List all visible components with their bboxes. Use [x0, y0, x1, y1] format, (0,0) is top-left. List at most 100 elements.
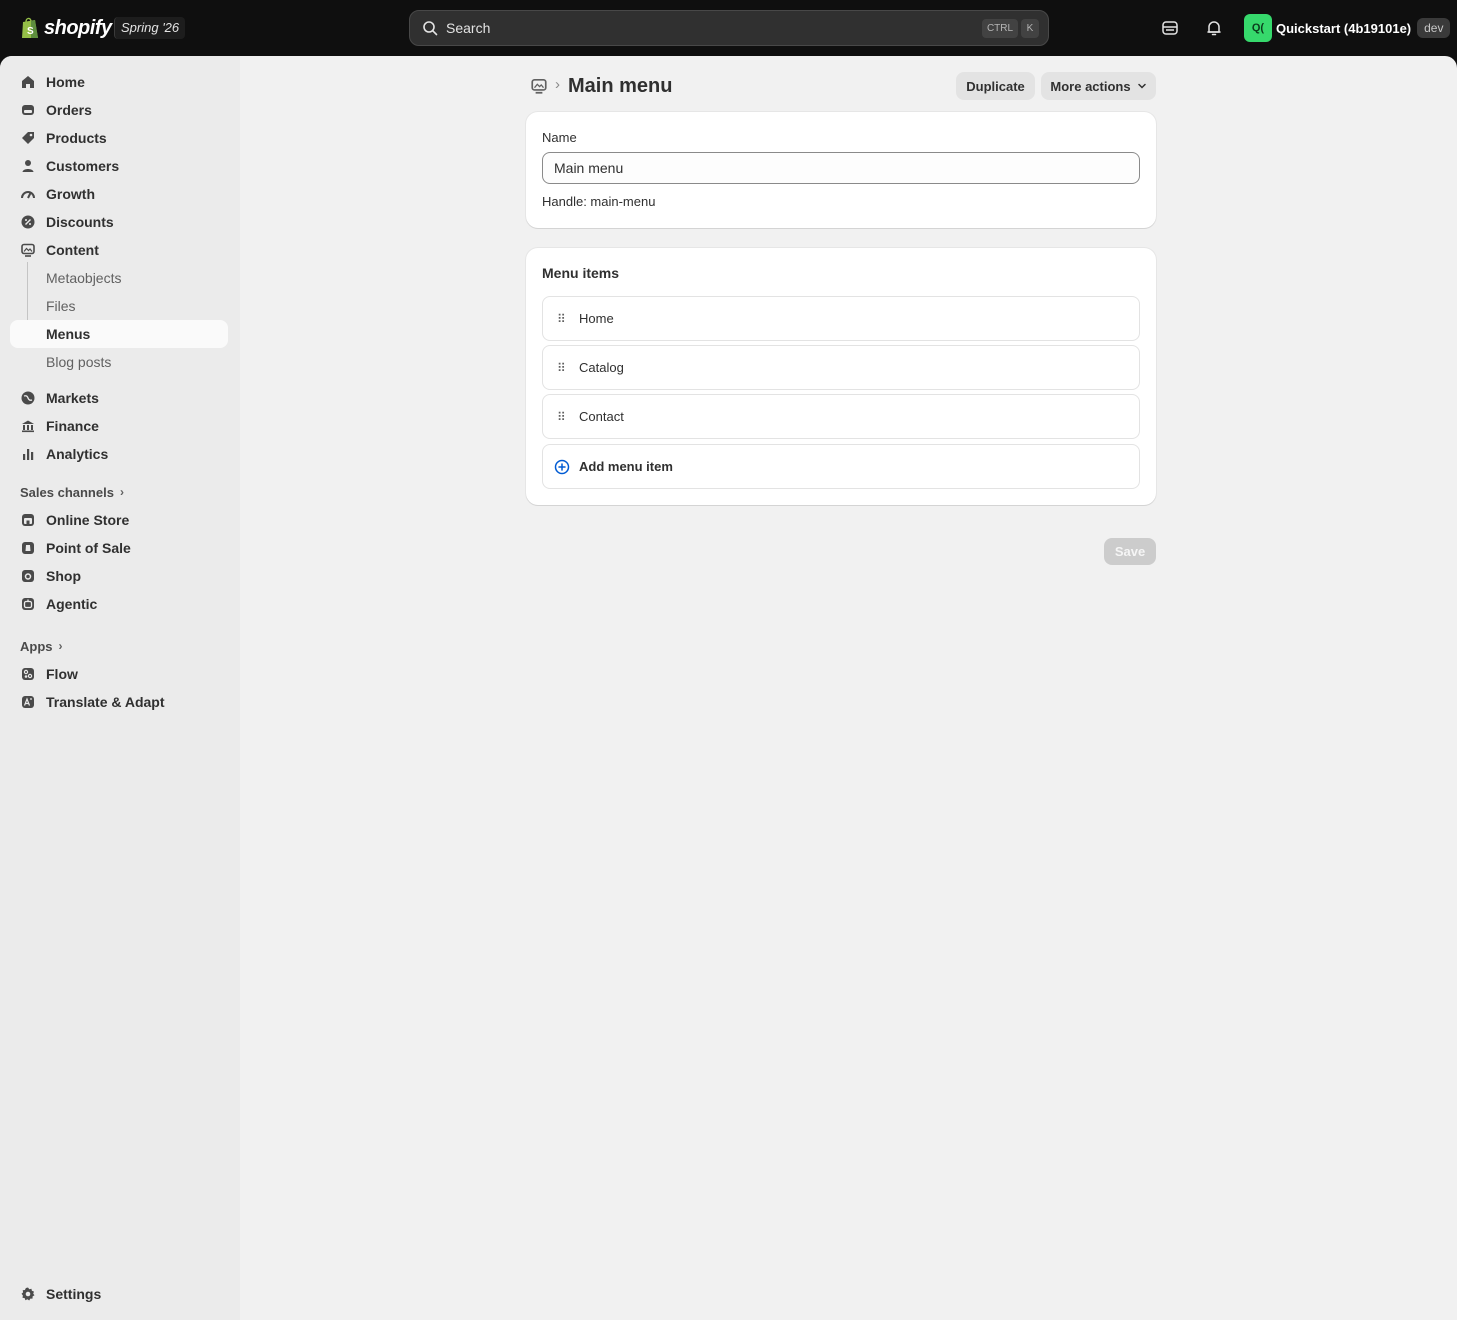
- store-status-button[interactable]: [1156, 14, 1184, 42]
- nav-menus-label: Menus: [46, 326, 91, 342]
- agentic-icon: [18, 594, 38, 614]
- gauge-icon: [18, 184, 38, 204]
- shortcut-ctrl-key: CTRL: [982, 19, 1018, 38]
- name-card: Name Handle: main-menu: [526, 112, 1156, 228]
- shopify-bag-icon: S: [22, 17, 38, 38]
- breadcrumb-chevron-icon: ›: [555, 76, 560, 93]
- name-field-label: Name: [542, 130, 577, 145]
- nav-home-label: Home: [46, 74, 85, 90]
- pos-icon: [18, 538, 38, 558]
- nav-finance[interactable]: Finance: [10, 412, 228, 440]
- shopify-logo[interactable]: S shopify: [20, 15, 112, 41]
- content-icon: [18, 240, 38, 260]
- add-menu-item-button[interactable]: Add menu item: [542, 444, 1140, 489]
- duplicate-button-label: Duplicate: [966, 78, 1025, 94]
- storefront-icon: [1162, 21, 1178, 35]
- apps-label: Apps: [20, 638, 53, 654]
- nav-markets-label: Markets: [46, 390, 99, 406]
- menu-item-row[interactable]: ⠿ Home: [542, 296, 1140, 341]
- brand-wordmark: shopify: [44, 16, 112, 39]
- nav-flow[interactable]: Flow: [10, 660, 228, 688]
- nav-orders[interactable]: Orders: [10, 96, 228, 124]
- nav-point-of-sale[interactable]: Point of Sale: [10, 534, 228, 562]
- flow-icon: [18, 664, 38, 684]
- translate-icon: [18, 692, 38, 712]
- menu-item-row[interactable]: ⠿ Contact: [542, 394, 1140, 439]
- top-bar: S shopify Spring '26 Search CTRL K Q( Qu…: [0, 0, 1457, 56]
- nav-settings-label: Settings: [46, 1286, 102, 1302]
- nav-metaobjects-label: Metaobjects: [46, 270, 122, 286]
- nav-blog-posts[interactable]: Blog posts: [10, 348, 228, 376]
- more-actions-button[interactable]: More actions: [1041, 72, 1156, 100]
- nav-content[interactable]: Content: [10, 236, 228, 264]
- drag-handle-icon[interactable]: ⠿: [557, 362, 567, 374]
- nav-point-of-sale-label: Point of Sale: [46, 540, 131, 556]
- orders-icon: [18, 100, 38, 120]
- name-field[interactable]: [542, 152, 1140, 184]
- nav-home[interactable]: Home: [10, 68, 228, 96]
- apps-heading[interactable]: Apps ›: [20, 636, 63, 656]
- store-switcher[interactable]: Q( Quickstart (4b19101e) dev: [1244, 14, 1451, 42]
- sales-channels-label: Sales channels: [20, 484, 114, 500]
- save-button-label: Save: [1114, 544, 1146, 559]
- nav-growth-label: Growth: [46, 186, 95, 202]
- nav-agentic-label: Agentic: [46, 596, 98, 612]
- chevron-right-icon: ›: [119, 485, 124, 499]
- store-name: Quickstart (4b19101e): [1276, 20, 1412, 36]
- nav-finance-label: Finance: [46, 418, 99, 434]
- drag-handle-icon[interactable]: ⠿: [557, 411, 567, 423]
- nav-markets[interactable]: Markets: [10, 384, 228, 412]
- env-badge: dev: [1417, 18, 1451, 38]
- page-title: Main menu: [568, 75, 673, 97]
- online-store-icon: [18, 510, 38, 530]
- nav-shop[interactable]: Shop: [10, 562, 228, 590]
- nav-flow-label: Flow: [46, 666, 78, 682]
- edition-badge[interactable]: Spring '26: [114, 17, 186, 39]
- search-icon: [423, 21, 438, 36]
- menu-item-label: Home: [579, 311, 614, 326]
- search-bar[interactable]: Search CTRL K: [409, 10, 1049, 46]
- globe-icon: [18, 388, 38, 408]
- shop-app-icon: [18, 566, 38, 586]
- nav-agentic[interactable]: Agentic: [10, 590, 228, 618]
- plus-circle-icon: [554, 459, 570, 474]
- sales-channels-heading[interactable]: Sales channels ›: [20, 482, 124, 502]
- nav-discounts[interactable]: Discounts: [10, 208, 228, 236]
- more-actions-label: More actions: [1050, 78, 1131, 94]
- chevron-down-icon: [1137, 83, 1146, 89]
- nav-analytics-label: Analytics: [46, 446, 109, 462]
- nav-files[interactable]: Files: [10, 292, 228, 320]
- nav-products[interactable]: Products: [10, 124, 228, 152]
- nav-growth[interactable]: Growth: [10, 180, 228, 208]
- page-header: › Main menu Duplicate More actions: [530, 72, 1156, 100]
- drag-handle-icon[interactable]: ⠿: [557, 313, 567, 325]
- nav-menus[interactable]: Menus: [10, 320, 228, 348]
- nav-products-label: Products: [46, 130, 107, 146]
- nav-settings[interactable]: Settings: [10, 1280, 228, 1308]
- store-avatar: Q(: [1244, 14, 1272, 42]
- nav-shop-label: Shop: [46, 568, 81, 584]
- save-button[interactable]: Save: [1104, 538, 1156, 565]
- menu-item-row[interactable]: ⠿ Catalog: [542, 345, 1140, 390]
- nav-metaobjects[interactable]: Metaobjects: [10, 264, 228, 292]
- menu-item-label: Contact: [579, 409, 624, 424]
- search-placeholder: Search: [446, 20, 491, 36]
- menu-items-card: Menu items ⠿ Home ⠿ Catalog ⠿ Contact Ad…: [526, 248, 1156, 505]
- nav-analytics[interactable]: Analytics: [10, 440, 228, 468]
- sidebar: Home Orders Products Customers Growth Di…: [0, 56, 240, 1320]
- nav-online-store[interactable]: Online Store: [10, 506, 228, 534]
- nav-discounts-label: Discounts: [46, 214, 114, 230]
- discount-icon: [18, 212, 38, 232]
- bank-icon: [18, 416, 38, 436]
- content-breadcrumb-icon[interactable]: [530, 77, 548, 95]
- nav-customers[interactable]: Customers: [10, 152, 228, 180]
- bar-chart-icon: [18, 444, 38, 464]
- add-menu-item-label: Add menu item: [579, 459, 673, 474]
- nav-content-label: Content: [46, 242, 99, 258]
- bell-icon: [1207, 21, 1221, 36]
- notifications-button[interactable]: [1200, 14, 1228, 42]
- duplicate-button[interactable]: Duplicate: [956, 72, 1035, 100]
- menu-items-title: Menu items: [542, 265, 620, 281]
- nav-translate-adapt[interactable]: Translate & Adapt: [10, 688, 228, 716]
- chevron-right-icon: ›: [58, 639, 63, 653]
